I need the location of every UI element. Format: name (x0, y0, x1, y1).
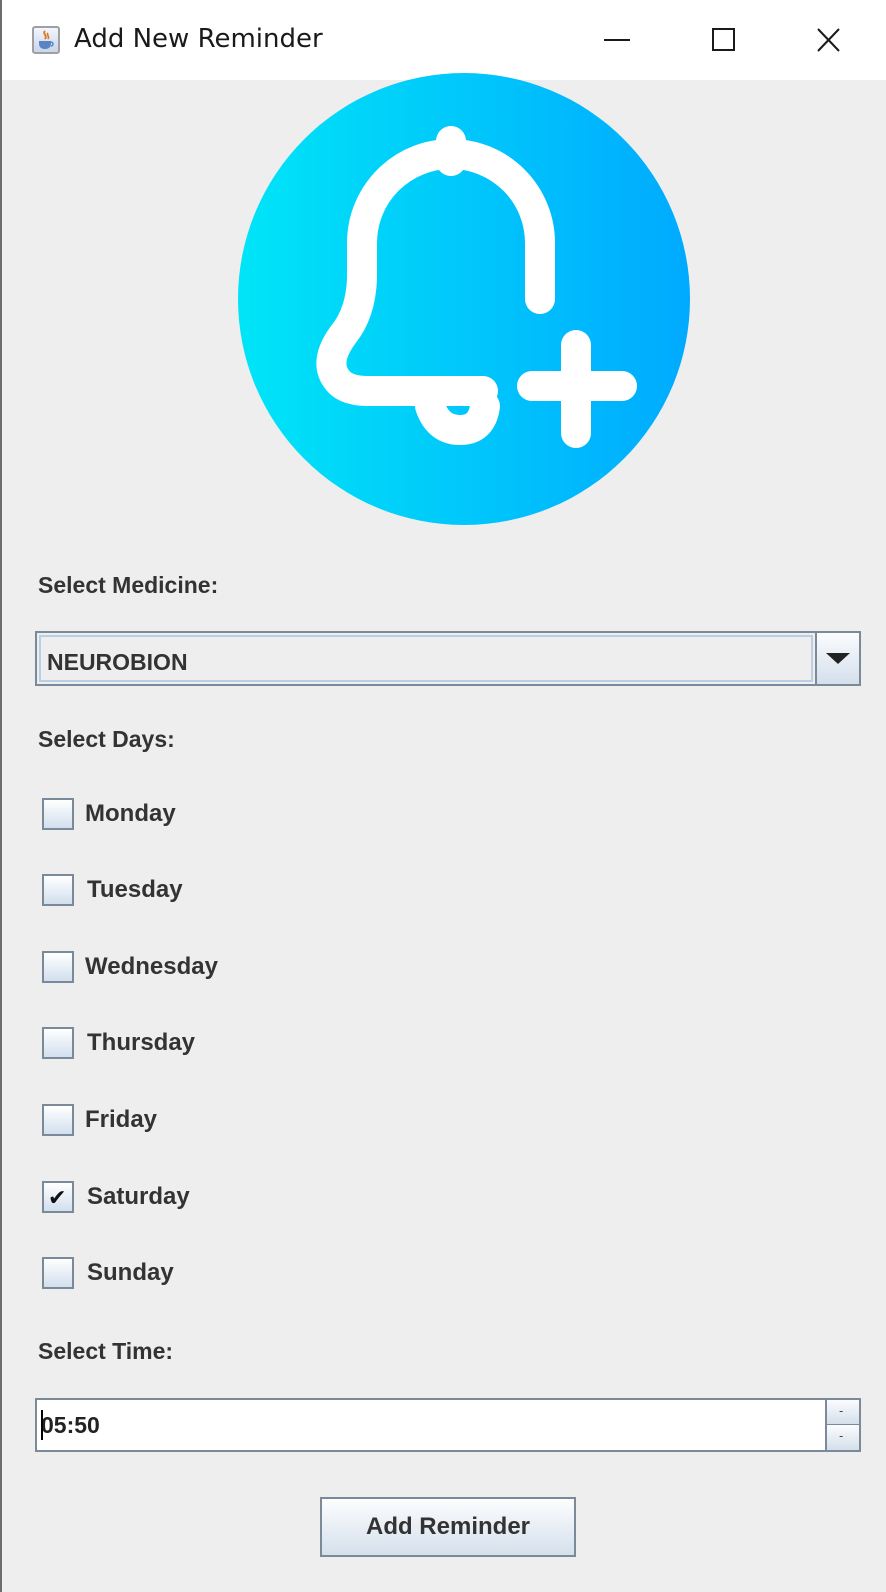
chevron-down-icon (826, 653, 850, 664)
checkbox[interactable] (42, 1104, 74, 1136)
spinner-up-button[interactable]: - (825, 1400, 859, 1425)
close-icon (817, 28, 840, 52)
day-label: Tuesday (87, 876, 183, 903)
day-label: Thursday (87, 1029, 196, 1056)
day-label: Saturday (87, 1183, 190, 1210)
medicine-selected-value: NEUROBION (47, 649, 188, 675)
checkbox[interactable] (42, 798, 74, 830)
checkbox[interactable] (42, 951, 74, 983)
spinner-up-icon: - (839, 1404, 844, 1418)
close-button[interactable] (784, 0, 874, 80)
checkbox[interactable] (42, 874, 74, 906)
time-spinner[interactable]: - - (35, 1398, 861, 1452)
checkmark-icon: ✔ (48, 1186, 67, 1211)
day-label: Friday (85, 1106, 158, 1133)
checkbox[interactable] (42, 1257, 74, 1289)
checkbox[interactable] (42, 1027, 74, 1059)
spinner-down-button[interactable]: - (825, 1425, 859, 1450)
java-app-icon (32, 26, 60, 54)
medicine-dropdown-display: NEUROBION (39, 635, 813, 682)
title-bar[interactable]: Add New Reminder (2, 0, 886, 80)
add-reminder-window: Add New Reminder Select Medicine: NEUROB… (0, 0, 886, 1592)
bell-plus-icon (238, 73, 690, 525)
medicine-dropdown[interactable]: NEUROBION (35, 631, 861, 686)
checkbox[interactable]: ✔ (42, 1181, 74, 1213)
day-label: Wednesday (85, 953, 218, 980)
minimize-icon (604, 39, 630, 41)
add-reminder-button[interactable]: Add Reminder (320, 1497, 576, 1557)
select-days-label: Select Days: (38, 726, 175, 752)
day-label: Monday (85, 800, 176, 827)
day-label: Sunday (87, 1259, 174, 1286)
window-title: Add New Reminder (74, 24, 323, 54)
dropdown-arrow-button[interactable] (815, 633, 859, 684)
minimize-button[interactable] (572, 0, 662, 80)
spinner-down-icon: - (839, 1429, 844, 1443)
text-caret (41, 1410, 43, 1440)
time-input[interactable] (39, 1402, 821, 1448)
maximize-button[interactable] (678, 0, 768, 80)
maximize-icon (712, 28, 735, 51)
select-time-label: Select Time: (38, 1338, 174, 1364)
select-medicine-label: Select Medicine: (38, 572, 219, 598)
